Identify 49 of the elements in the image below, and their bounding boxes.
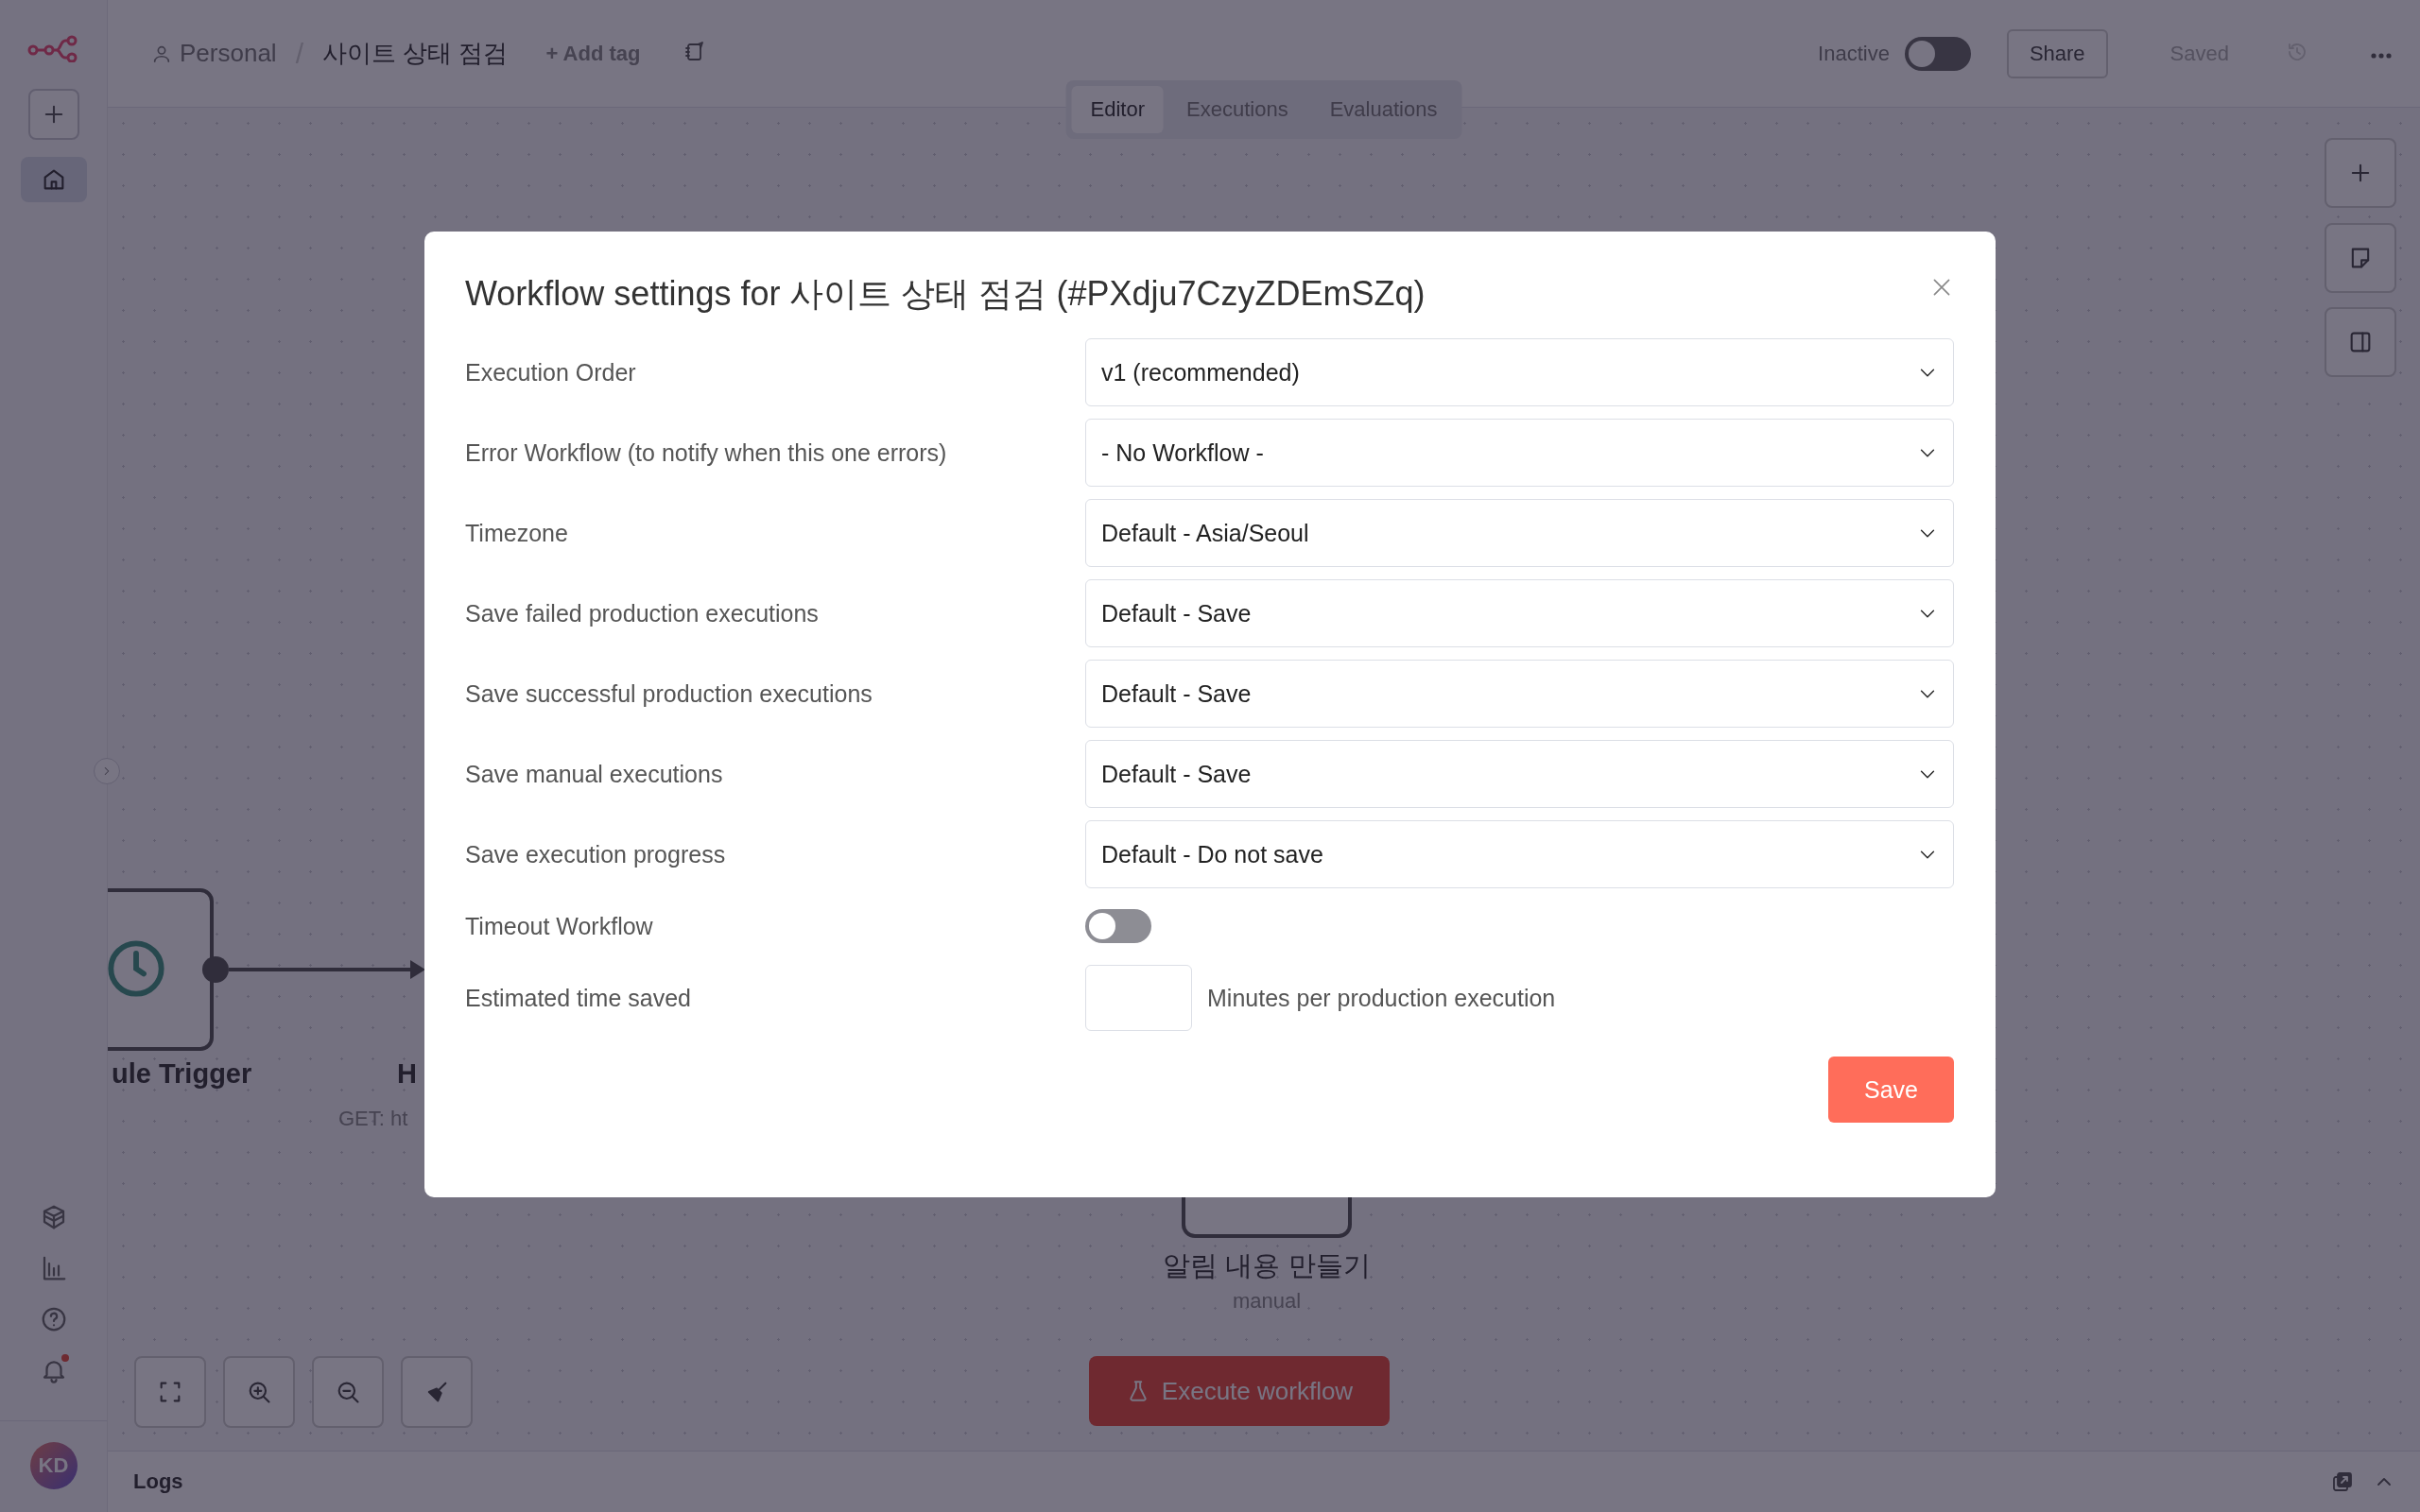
select-field[interactable]: Default - Save [1085, 579, 1954, 647]
select-field[interactable]: Default - Do not save [1085, 820, 1954, 888]
setting-label: Save manual executions [465, 760, 724, 788]
project-link[interactable]: Personal [180, 39, 277, 68]
select-field[interactable]: Default - Save [1085, 740, 1954, 808]
node-box[interactable] [1182, 1194, 1352, 1238]
view-tab[interactable]: Editor [1071, 86, 1165, 133]
zoom-out-button[interactable] [312, 1356, 384, 1428]
add-button[interactable] [27, 89, 79, 140]
select-field[interactable]: v1 (recommended) [1085, 338, 1954, 406]
setting-label: Timezone [465, 519, 569, 547]
select-field[interactable]: Default - Save [1085, 660, 1954, 728]
setting-label: Estimated time saved [465, 984, 692, 1012]
zoom-in-button[interactable] [223, 1356, 295, 1428]
sticky-note-button[interactable] [2325, 223, 2396, 293]
node-label: ule Trigger [112, 1058, 252, 1090]
pop-out-icon [2331, 1470, 2354, 1493]
fit-view-button[interactable] [134, 1356, 206, 1428]
status-label: Inactive [1818, 41, 1890, 66]
setting-label: Timeout Workflow [465, 912, 654, 940]
setting-label: Execution Order [465, 358, 637, 387]
dialog-title: Workflow settings for 사이트 상태 점검 (#PXdju7CzyZDEmSZq) [465, 273, 1426, 315]
setting-label: Save failed production executions [465, 599, 820, 627]
setting-label: Save successful production executions [465, 679, 873, 708]
setting-label: Save execution progress [465, 840, 727, 868]
select-field[interactable]: - No Workflow - [1085, 419, 1954, 487]
execute-workflow-button[interactable]: Execute workflow [1089, 1356, 1390, 1426]
timeout-toggle[interactable] [1085, 909, 1151, 943]
workflow-name[interactable]: 사이트 상태 점검 [321, 37, 509, 70]
home-nav-item[interactable] [20, 157, 87, 202]
user-avatar[interactable]: KD [29, 1442, 78, 1489]
node-label: H [397, 1058, 417, 1090]
breadcrumb-separator: / [295, 37, 303, 70]
pop-out-button[interactable] [2331, 1470, 2354, 1493]
more-icon[interactable] [2371, 52, 2392, 59]
tidy-up-button[interactable] [401, 1356, 473, 1428]
output-handle[interactable] [202, 956, 229, 983]
number-field[interactable] [1085, 965, 1192, 1031]
setting-label: Error Workflow (to notify when this one errors) [465, 438, 948, 467]
logs-title: Logs [133, 1469, 184, 1494]
node-label: 알림 내용 만들기 [1163, 1249, 1371, 1282]
active-toggle[interactable] [1904, 36, 1971, 71]
select-field[interactable]: Default - Asia/Seoul [1085, 499, 1954, 567]
add-node-button[interactable] [2325, 138, 2396, 208]
field-suffix: Minutes per production execution [1207, 984, 1556, 1012]
side-panel-button[interactable] [2325, 307, 2396, 377]
clock-icon [108, 938, 166, 999]
save-button[interactable]: Save [1828, 1057, 1954, 1123]
share-button[interactable]: Share [2006, 28, 2108, 78]
